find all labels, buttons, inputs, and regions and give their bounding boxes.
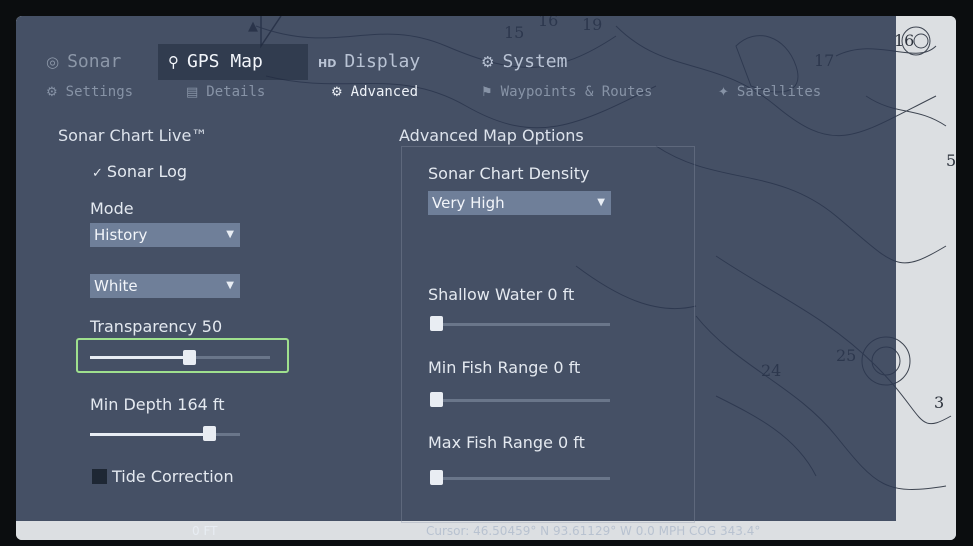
primary-tab-bar: ◎ Sonar ⚲ GPS Map HD Display ⚙ System bbox=[16, 44, 896, 80]
tab-settings[interactable]: ⚙ Settings bbox=[46, 80, 133, 104]
gps-map-icon: ⚲ bbox=[168, 53, 179, 71]
advanced-map-options-heading: Advanced Map Options bbox=[399, 126, 584, 145]
sonar-log-checkbox[interactable]: ✓ Sonar Log bbox=[92, 162, 187, 181]
satellite-icon: ✦ bbox=[718, 85, 729, 100]
dropdown-caret-icon: ▼ bbox=[597, 197, 605, 208]
depth-readout: 0 FT bbox=[192, 524, 218, 538]
min-depth-slider-knob[interactable] bbox=[202, 426, 216, 441]
sonar-icon: ◎ bbox=[46, 53, 60, 71]
gear-icon: ⚙ bbox=[481, 53, 495, 71]
tab-advanced[interactable]: ⚙ Advanced bbox=[331, 80, 418, 104]
settings-icon: ⚙ bbox=[46, 85, 58, 100]
tab-system[interactable]: ⚙ System bbox=[471, 44, 567, 80]
tab-details[interactable]: ▤ Details bbox=[186, 80, 265, 104]
min-fish-range-label: Min Fish Range 0 ft bbox=[428, 358, 581, 377]
tab-waypoints-routes[interactable]: ⚑ Waypoints & Routes bbox=[481, 80, 652, 104]
checkmark-icon: ✓ bbox=[92, 166, 103, 181]
cursor-position-readout: Cursor: 46.50459° N 93.61129° W 0.0 MPH … bbox=[426, 524, 761, 538]
density-select[interactable]: Very High ▼ bbox=[428, 191, 611, 215]
min-depth-label: Min Depth 164 ft bbox=[90, 395, 225, 414]
tab-display[interactable]: HD Display bbox=[308, 44, 420, 80]
tide-correction-label: Tide Correction bbox=[112, 467, 234, 486]
tab-satellites[interactable]: ✦ Satellites bbox=[718, 80, 821, 104]
shallow-water-label: Shallow Water 0 ft bbox=[428, 285, 575, 304]
gear-icon: ⚙ bbox=[331, 85, 343, 100]
dropdown-caret-icon: ▼ bbox=[226, 280, 234, 291]
tab-sonar[interactable]: ◎ Sonar bbox=[36, 44, 121, 80]
min-fish-range-slider-knob[interactable] bbox=[430, 392, 443, 407]
transparency-slider-knob[interactable] bbox=[183, 350, 196, 365]
min-fish-range-track[interactable] bbox=[430, 399, 610, 402]
map-depth-3: 3 bbox=[934, 393, 944, 412]
device-bezel: 15 16 19 17 16 24 25 3 5 ▲ ◎Sonar ⚲GPS M… bbox=[0, 0, 973, 546]
shallow-water-track[interactable] bbox=[430, 323, 610, 326]
mode-label: Mode bbox=[90, 199, 134, 218]
transparency-label: Transparency 50 bbox=[90, 317, 223, 336]
density-label: Sonar Chart Density bbox=[428, 164, 590, 183]
max-fish-range-slider-knob[interactable] bbox=[430, 470, 443, 485]
transparency-fill bbox=[90, 356, 189, 359]
mode-select[interactable]: History ▼ bbox=[90, 223, 240, 247]
hd-icon: HD bbox=[318, 57, 337, 70]
min-depth-fill bbox=[90, 433, 203, 436]
dropdown-caret-icon: ▼ bbox=[226, 229, 234, 240]
tide-correction-checkbox[interactable] bbox=[92, 469, 107, 484]
max-fish-range-label: Max Fish Range 0 ft bbox=[428, 433, 585, 452]
flag-icon: ⚑ bbox=[481, 85, 493, 100]
details-icon: ▤ bbox=[186, 85, 199, 100]
secondary-tab-bar: ⚙ Settings ▤ Details ⚙ Advanced ⚑ Waypoints … bbox=[16, 80, 896, 104]
shallow-water-slider-knob[interactable] bbox=[430, 316, 443, 331]
device-screen: 15 16 19 17 16 24 25 3 5 ▲ ◎Sonar ⚲GPS M… bbox=[16, 16, 956, 540]
sonar-chart-live-heading: Sonar Chart Live™ bbox=[58, 126, 208, 145]
max-fish-range-track[interactable] bbox=[430, 477, 610, 480]
map-depth-5: 5 bbox=[946, 151, 956, 170]
color-select[interactable]: White ▼ bbox=[90, 274, 240, 298]
map-depth-16b: 16 bbox=[894, 31, 914, 50]
tab-gps-map[interactable]: ⚲ GPS Map bbox=[158, 44, 308, 80]
